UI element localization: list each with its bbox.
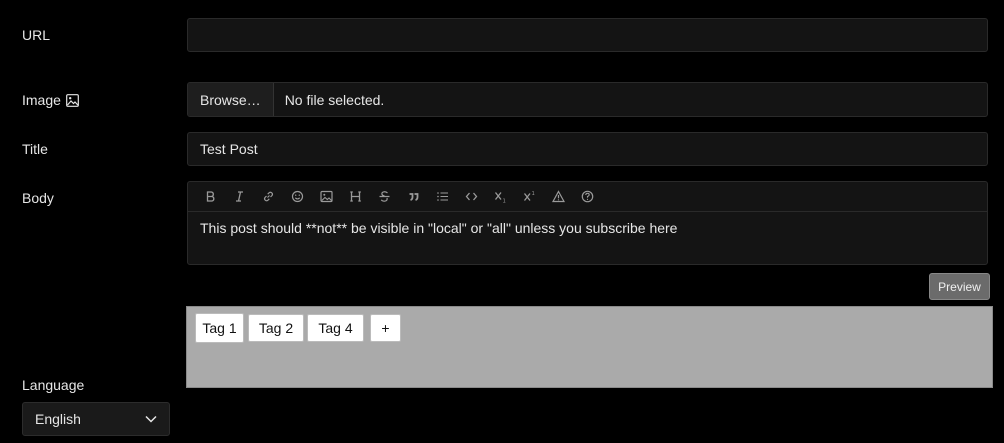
body-label: Body: [22, 190, 54, 206]
tag-2[interactable]: Tag 2: [248, 314, 304, 342]
preview-button[interactable]: Preview: [929, 273, 990, 300]
body-textarea[interactable]: This post should **not** be visible in "…: [188, 212, 987, 244]
strikethrough-icon[interactable]: [370, 187, 399, 207]
subscript-icon[interactable]: 1: [486, 187, 515, 207]
quote-icon[interactable]: [399, 187, 428, 207]
add-tag-button[interactable]: +: [370, 314, 401, 342]
image-file-input[interactable]: Browse… No file selected.: [187, 82, 988, 117]
image-label: Image: [22, 92, 61, 108]
code-icon[interactable]: [457, 187, 486, 207]
italic-icon[interactable]: [225, 187, 254, 207]
chevron-down-icon: [145, 415, 157, 423]
url-input[interactable]: [187, 18, 988, 52]
superscript-icon[interactable]: 1: [515, 187, 544, 207]
emoji-icon[interactable]: [283, 187, 312, 207]
svg-text:1: 1: [532, 191, 535, 197]
image-label-row: Image: [22, 92, 79, 108]
link-icon[interactable]: [254, 187, 283, 207]
language-value: English: [35, 411, 81, 427]
list-icon[interactable]: [428, 187, 457, 207]
editor-toolbar: 1 1: [188, 182, 987, 212]
tags-container: Tag 1 Tag 2 Tag 4 +: [186, 306, 993, 388]
image-icon[interactable]: [312, 187, 341, 207]
body-editor: 1 1 This post should **not** be visible …: [187, 181, 988, 265]
title-input[interactable]: Test Post: [187, 132, 988, 166]
image-icon: [66, 93, 79, 107]
file-status: No file selected.: [284, 91, 385, 108]
svg-text:1: 1: [503, 198, 506, 203]
language-select[interactable]: English: [22, 402, 170, 436]
language-label: Language: [22, 377, 85, 393]
browse-button[interactable]: Browse…: [188, 83, 274, 116]
title-label: Title: [22, 141, 48, 157]
tag-1[interactable]: Tag 1: [195, 313, 244, 343]
url-label: URL: [22, 27, 51, 43]
header-icon[interactable]: [341, 187, 370, 207]
bold-icon[interactable]: [196, 187, 225, 207]
help-icon[interactable]: [573, 187, 602, 207]
tag-4[interactable]: Tag 4: [307, 314, 364, 342]
spoiler-warning-icon[interactable]: [544, 187, 573, 207]
